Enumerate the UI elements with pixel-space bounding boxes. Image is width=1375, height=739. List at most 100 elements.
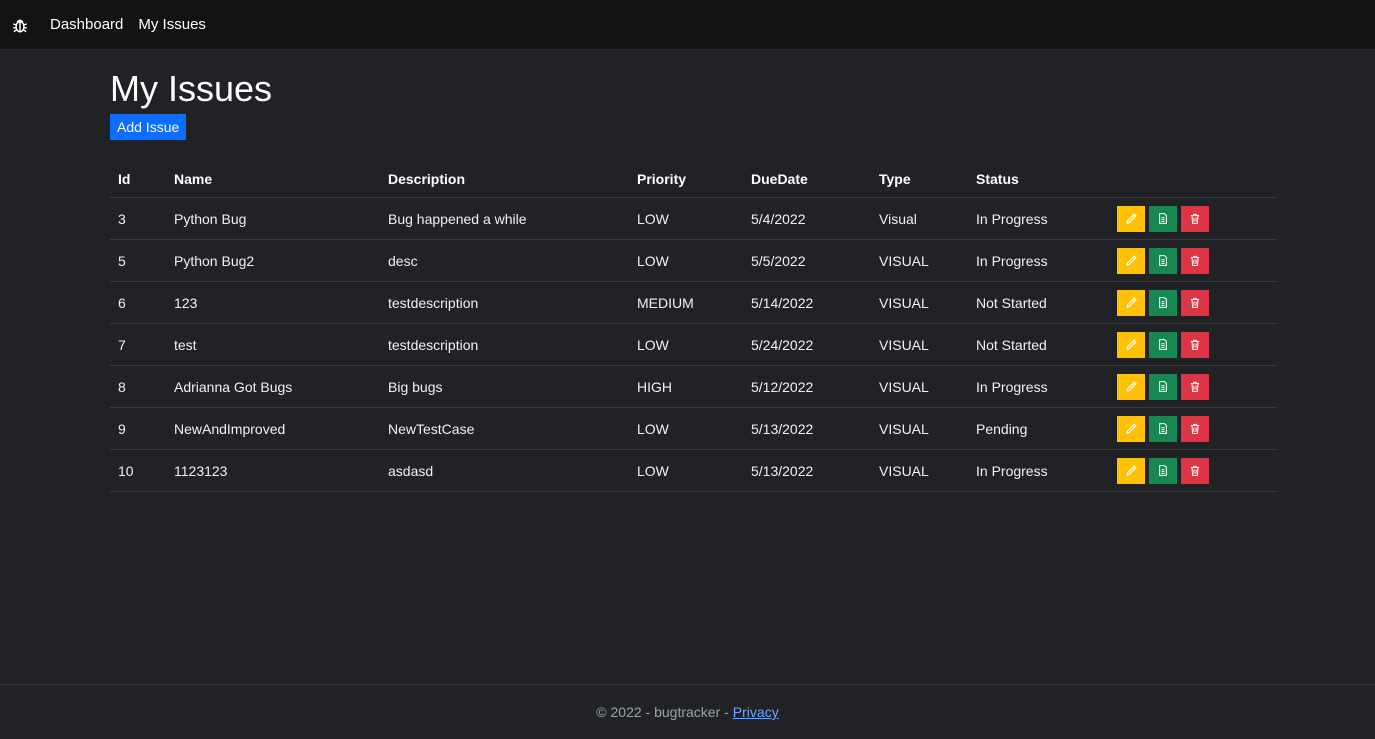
cell-priority: MEDIUM (629, 281, 743, 324)
pencil-icon (1125, 380, 1138, 393)
edit-button[interactable] (1117, 205, 1145, 232)
delete-button[interactable] (1181, 373, 1209, 400)
details-button[interactable] (1149, 415, 1177, 442)
top-navbar: Dashboard My Issues (0, 0, 1375, 50)
cell-name: 123 (166, 281, 380, 324)
table-row: 8 Adrianna Got Bugs Big bugs HIGH 5/12/2022 V… (110, 365, 1277, 408)
cell-id: 8 (110, 365, 166, 408)
header-description: Description (380, 160, 629, 198)
cell-description: Bug happened a while (380, 197, 629, 240)
bug-icon[interactable] (10, 15, 30, 35)
delete-button[interactable] (1181, 415, 1209, 442)
main-content: My Issues Add Issue Id Name Description … (110, 62, 1277, 492)
delete-button[interactable] (1181, 247, 1209, 274)
edit-button[interactable] (1117, 289, 1145, 316)
header-type: Type (871, 160, 968, 198)
cell-description: desc (380, 239, 629, 282)
edit-button[interactable] (1117, 331, 1145, 358)
cell-actions (1109, 407, 1277, 450)
page-title: My Issues (110, 68, 273, 109)
table-row: 7 test testdescription LOW 5/24/2022 VISUAL No… (110, 323, 1277, 366)
cell-actions (1109, 281, 1277, 324)
cell-duedate: 5/5/2022 (743, 239, 871, 282)
table-row: 10 1123123 asdasd LOW 5/13/2022 VISUAL In Prog… (110, 449, 1277, 492)
cell-name: test (166, 323, 380, 366)
issues-table: Id Name Description Priority DueDate Typ… (110, 160, 1277, 492)
header-actions (1109, 160, 1277, 198)
trash-icon (1189, 254, 1201, 267)
trash-icon (1189, 422, 1201, 435)
trash-icon (1189, 464, 1201, 477)
table-row: 5 Python Bug2 desc LOW 5/5/2022 VISUAL In Prog… (110, 239, 1277, 282)
cell-id: 7 (110, 323, 166, 366)
cell-status: In Progress (968, 365, 1109, 408)
cell-priority: HIGH (629, 365, 743, 408)
pencil-icon (1125, 212, 1138, 225)
cell-type: VISUAL (871, 323, 968, 366)
cell-id: 9 (110, 407, 166, 450)
delete-button[interactable] (1181, 457, 1209, 484)
edit-button[interactable] (1117, 415, 1145, 442)
cell-priority: LOW (629, 449, 743, 492)
cell-duedate: 5/24/2022 (743, 323, 871, 366)
trash-icon (1189, 212, 1201, 225)
row-actions (1117, 289, 1269, 316)
details-button[interactable] (1149, 373, 1177, 400)
cell-priority: LOW (629, 239, 743, 282)
document-icon (1157, 254, 1169, 267)
cell-actions (1109, 323, 1277, 366)
details-button[interactable] (1149, 331, 1177, 358)
cell-status: Pending (968, 407, 1109, 450)
cell-actions (1109, 365, 1277, 408)
pencil-icon (1125, 296, 1138, 309)
cell-actions (1109, 239, 1277, 282)
nav-link-my-issues[interactable]: My Issues (138, 16, 206, 33)
privacy-link[interactable]: Privacy (733, 704, 779, 720)
row-actions (1117, 205, 1269, 232)
details-button[interactable] (1149, 289, 1177, 316)
delete-button[interactable] (1181, 289, 1209, 316)
table-row: 9 NewAndImproved NewTestCase LOW 5/13/2022 VI… (110, 407, 1277, 450)
cell-status: In Progress (968, 239, 1109, 282)
cell-status: In Progress (968, 449, 1109, 492)
document-icon (1157, 296, 1169, 309)
cell-name: Python Bug2 (166, 239, 380, 282)
details-button[interactable] (1149, 457, 1177, 484)
cell-name: Adrianna Got Bugs (166, 365, 380, 408)
cell-type: VISUAL (871, 239, 968, 282)
pencil-icon (1125, 338, 1138, 351)
cell-duedate: 5/12/2022 (743, 365, 871, 408)
details-button[interactable] (1149, 247, 1177, 274)
document-icon (1157, 338, 1169, 351)
row-actions (1117, 331, 1269, 358)
cell-status: Not Started (968, 281, 1109, 324)
cell-description: NewTestCase (380, 407, 629, 450)
cell-name: Python Bug (166, 197, 380, 240)
document-icon (1157, 464, 1169, 477)
document-icon (1157, 422, 1169, 435)
add-issue-button[interactable]: Add Issue (110, 114, 187, 140)
edit-button[interactable] (1117, 247, 1145, 274)
cell-duedate: 5/13/2022 (743, 449, 871, 492)
document-icon (1157, 380, 1169, 393)
header-name: Name (166, 160, 380, 198)
delete-button[interactable] (1181, 331, 1209, 358)
cell-type: VISUAL (871, 281, 968, 324)
pencil-icon (1125, 254, 1138, 267)
nav-link-dashboard[interactable]: Dashboard (50, 16, 123, 33)
cell-description: Big bugs (380, 365, 629, 408)
header-status: Status (968, 160, 1109, 198)
table-row: 3 Python Bug Bug happened a while LOW 5/4/20… (110, 197, 1277, 240)
edit-button[interactable] (1117, 373, 1145, 400)
cell-description: asdasd (380, 449, 629, 492)
cell-duedate: 5/4/2022 (743, 197, 871, 240)
delete-button[interactable] (1181, 205, 1209, 232)
cell-type: VISUAL (871, 407, 968, 450)
cell-id: 10 (110, 449, 166, 492)
edit-button[interactable] (1117, 457, 1145, 484)
cell-status: Not Started (968, 323, 1109, 366)
row-actions (1117, 247, 1269, 274)
cell-priority: LOW (629, 197, 743, 240)
trash-icon (1189, 380, 1201, 393)
details-button[interactable] (1149, 205, 1177, 232)
